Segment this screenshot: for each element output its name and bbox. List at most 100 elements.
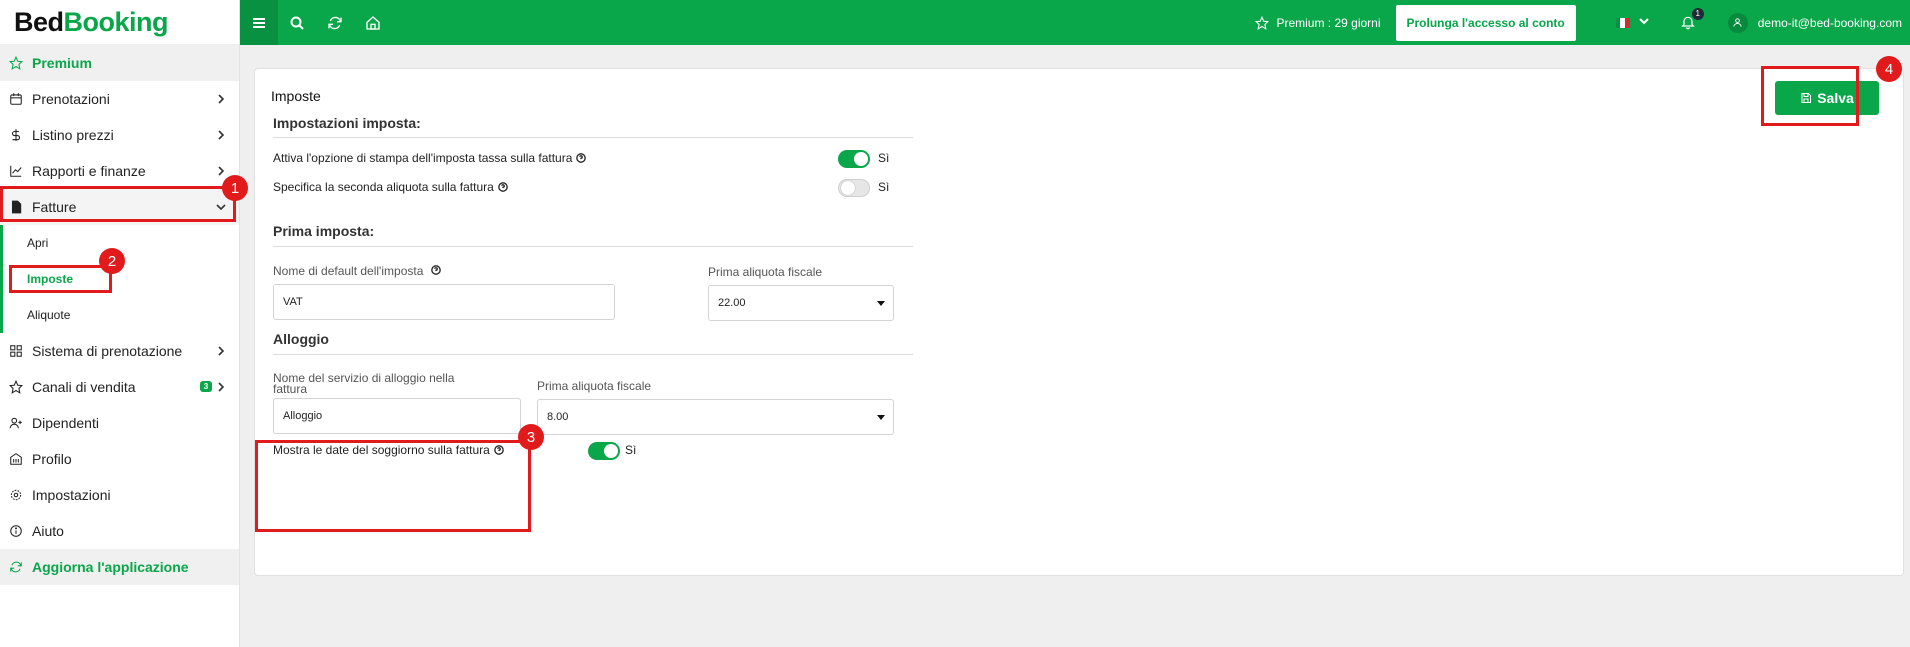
sidebar-item-aiuto[interactable]: Aiuto	[0, 513, 239, 549]
sidebar-item-aggiorna[interactable]: Aggiorna l'applicazione	[0, 549, 239, 585]
user-menu[interactable]: demo-it@bed-booking.com	[1727, 12, 1902, 33]
extend-access-button[interactable]: Prolunga l'accesso al conto	[1395, 4, 1576, 41]
home-button[interactable]	[354, 0, 392, 45]
toggle-knob	[854, 152, 868, 166]
print-tax-option: Attiva l'opzione di stampa dell'imposta …	[273, 151, 587, 165]
sidebar-item-profilo[interactable]: Profilo	[0, 441, 239, 477]
menu-button[interactable]	[240, 0, 278, 45]
first-rate-select[interactable]: 22.00	[708, 285, 894, 321]
accom-rate-select[interactable]: 8.00	[537, 399, 894, 435]
accom-rate-label: Prima aliquota fiscale	[537, 379, 652, 393]
sidebar-item-label: Aiuto	[32, 523, 64, 539]
show-dates-toggle-label: Sì	[625, 443, 637, 457]
sidebar-subitem-aliquote[interactable]: Aliquote	[3, 297, 239, 333]
chevron-right-icon	[215, 92, 227, 104]
divider	[273, 246, 913, 247]
search-button[interactable]	[278, 0, 316, 45]
channel-count-badge: 3	[200, 381, 212, 392]
language-selector[interactable]	[1615, 14, 1650, 32]
info-icon	[9, 524, 23, 538]
help-icon[interactable]	[497, 182, 508, 192]
notification-count: 1	[1691, 7, 1704, 20]
sidebar-item-label: Rapporti e finanze	[32, 163, 146, 179]
second-rate-toggle[interactable]	[838, 179, 870, 197]
chevron-down-icon	[1638, 14, 1650, 32]
sidebar-item-label: Sistema di prenotazione	[32, 343, 183, 359]
highlight-service-name	[255, 440, 531, 532]
hamburger-icon	[253, 17, 265, 28]
divider	[273, 137, 913, 138]
sidebar-item-label: Aggiorna l'applicazione	[32, 559, 189, 575]
sidebar-item-label: Profilo	[32, 451, 72, 467]
premium-status-text: Premium : 29 giorni	[1276, 15, 1381, 30]
step-marker-4: 4	[1876, 56, 1902, 82]
topbar: Premium : 29 giorni Prolunga l'accesso a…	[240, 0, 1910, 45]
highlight-imposte	[9, 265, 112, 293]
service-name-label: Nome del servizio di alloggio nella fatt…	[273, 371, 455, 396]
default-tax-name-label-wrap: Nome di default dell'imposta	[273, 265, 441, 277]
sidebar-item-label: Prenotazioni	[32, 91, 110, 107]
caret-down-icon	[877, 415, 885, 420]
service-name-input[interactable]: Alloggio	[273, 398, 521, 434]
default-tax-name-input[interactable]: VAT	[273, 284, 615, 320]
logo[interactable]: Bed Booking	[0, 0, 239, 45]
accom-rate-value: 8.00	[547, 411, 569, 423]
home-icon	[366, 15, 380, 30]
refresh-icon	[328, 16, 342, 29]
print-tax-toggle[interactable]	[838, 150, 870, 168]
sidebar-item-dipendenti[interactable]: Dipendenti	[0, 405, 239, 441]
sidebar-item-rapporti[interactable]: Rapporti e finanze	[0, 153, 239, 189]
calendar-icon	[9, 92, 23, 106]
grid-icon	[9, 344, 23, 358]
refresh-icon	[9, 560, 23, 574]
toggle-knob	[604, 444, 618, 458]
step-marker-2: 2	[99, 248, 125, 274]
print-tax-toggle-label: Sì	[878, 151, 890, 165]
chevron-right-icon	[215, 128, 227, 140]
sidebar-item-canali-vendita[interactable]: Canali di vendita 3	[0, 369, 239, 405]
step-marker-3: 3	[518, 424, 544, 450]
sidebar-item-prenotazioni[interactable]: Prenotazioni	[0, 81, 239, 117]
second-rate-label: Specifica la seconda aliquota sulla fatt…	[273, 180, 494, 194]
default-tax-name-label: Nome di default dell'imposta	[273, 264, 424, 278]
gear-icon	[9, 488, 23, 502]
help-icon[interactable]	[576, 153, 587, 163]
dollar-icon	[9, 128, 23, 142]
section-accommodation: Alloggio	[273, 331, 329, 347]
user-icon	[1733, 18, 1742, 27]
second-rate-option: Specifica la seconda aliquota sulla fatt…	[273, 180, 508, 194]
star-icon	[9, 56, 23, 70]
notifications-button[interactable]: 1	[1680, 7, 1704, 32]
sidebar-item-impostazioni[interactable]: Impostazioni	[0, 477, 239, 513]
refresh-button[interactable]	[316, 0, 354, 45]
premium-status: Premium : 29 giorni	[1255, 15, 1381, 30]
section-first-tax: Prima imposta:	[273, 223, 375, 239]
sidebar: Bed Booking Premium Prenotazioni Listino …	[0, 0, 240, 647]
page-title: Imposte	[271, 88, 321, 104]
toggle-knob	[841, 181, 855, 195]
first-rate-value: 22.00	[718, 297, 746, 309]
section-tax-settings: Impostazioni imposta:	[273, 115, 421, 131]
help-icon[interactable]	[430, 265, 441, 275]
sidebar-item-label: Impostazioni	[32, 487, 111, 503]
sidebar-item-listino-prezzi[interactable]: Listino prezzi	[0, 117, 239, 153]
highlight-save	[1761, 66, 1859, 126]
show-dates-toggle[interactable]	[588, 442, 620, 460]
print-tax-label: Attiva l'opzione di stampa dell'imposta …	[273, 151, 573, 165]
caret-down-icon	[877, 301, 885, 306]
sidebar-item-premium[interactable]: Premium	[0, 45, 239, 81]
chart-line-icon	[9, 164, 23, 178]
divider	[273, 354, 913, 355]
sidebar-item-label: Premium	[32, 55, 92, 71]
avatar	[1727, 12, 1748, 33]
sidebar-item-label: Listino prezzi	[32, 127, 114, 143]
step-marker-1: 1	[222, 175, 248, 201]
sidebar-item-label: Dipendenti	[32, 415, 99, 431]
logo-text-bed: Bed	[14, 6, 64, 37]
search-icon	[290, 16, 304, 30]
chevron-right-icon	[215, 380, 227, 392]
user-email: demo-it@bed-booking.com	[1757, 15, 1902, 30]
first-rate-label: Prima aliquota fiscale	[708, 265, 823, 279]
sidebar-item-sistema-prenotazione[interactable]: Sistema di prenotazione	[0, 333, 239, 369]
building-icon	[9, 452, 23, 466]
